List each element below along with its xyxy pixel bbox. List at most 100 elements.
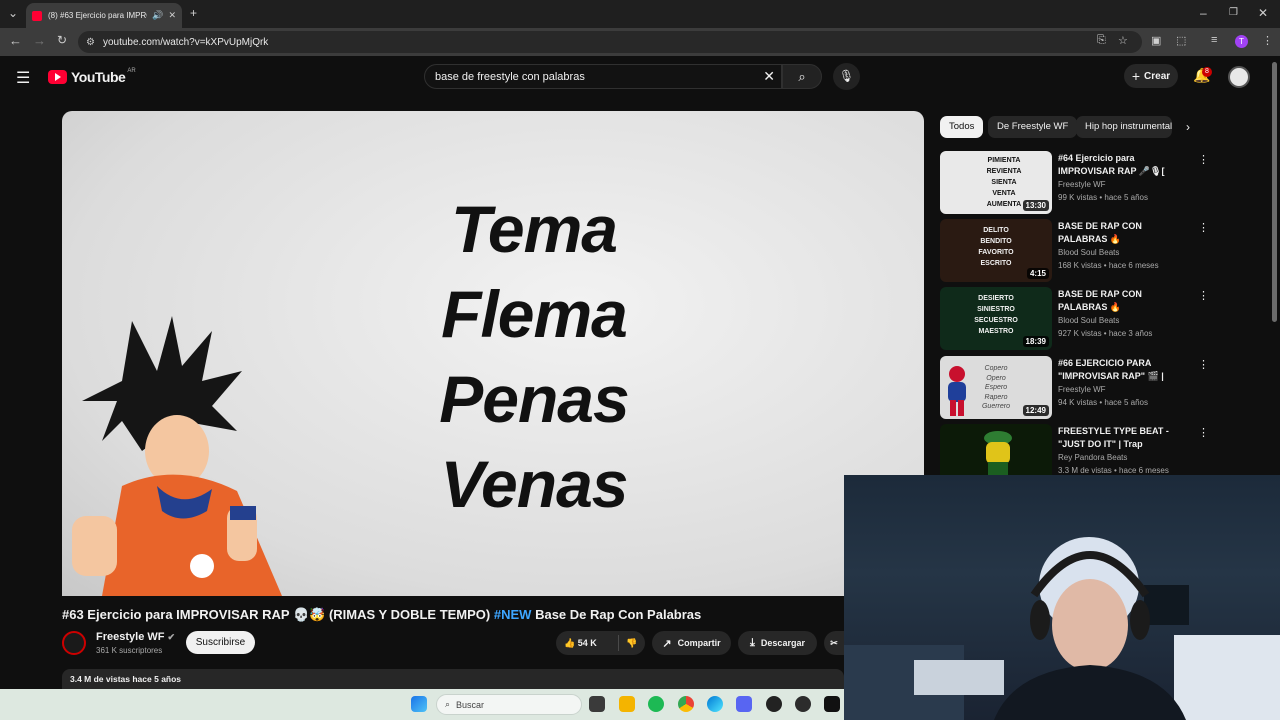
tab-search-list-icon[interactable]: ≡	[1211, 34, 1217, 46]
url-text: youtube.com/watch?v=kXPvUpMjQrk	[102, 36, 269, 48]
recommendation-title[interactable]: BASE DE RAP CON PALABRAS 🔥ENTRENAMIENTO …	[1058, 288, 1192, 314]
menu-hamburger-icon[interactable]: ☰	[16, 68, 30, 88]
video-hashtag[interactable]: #NEW	[494, 607, 532, 622]
webcam-overlay	[844, 475, 1280, 720]
dislike-button[interactable]: 👎	[619, 638, 645, 649]
clear-search-icon[interactable]: ✕	[763, 68, 775, 85]
extensions-puzzle-icon[interactable]: ⬚	[1176, 34, 1186, 47]
extension-icon[interactable]: ▣	[1151, 34, 1161, 47]
discord-icon[interactable]	[736, 696, 752, 712]
subscribe-button[interactable]: Suscribirse	[186, 631, 255, 654]
more-options-icon[interactable]: ⋮	[1198, 289, 1209, 302]
scrollbar[interactable]	[1270, 62, 1278, 474]
description-box[interactable]: 3.4 M de vistas hace 5 años	[62, 669, 844, 689]
channel-avatar[interactable]	[62, 631, 86, 655]
address-toolbar: ⚙ youtube.com/watch?v=kXPvUpMjQrk	[0, 28, 1280, 56]
recommendation-thumbnail[interactable]: DELITO BENDITO FAVORITO ESCRITO 4:15	[940, 219, 1052, 282]
recommendation-item[interactable]: FREESTYLE TYPE BEAT - "JUST DO IT" | Tra…	[940, 424, 1210, 475]
back-icon[interactable]: ←	[9, 33, 22, 48]
more-options-icon[interactable]: ⋮	[1198, 221, 1209, 234]
windows-taskbar: ⌕ Buscar	[0, 689, 844, 720]
recommendation-title[interactable]: #64 Ejercicio para IMPROVISAR RAP 🎤🎙[ RI…	[1058, 152, 1192, 178]
install-app-icon[interactable]: ⎘	[1097, 34, 1106, 47]
youtube-play-icon	[48, 70, 67, 84]
player-word: Venas	[440, 447, 628, 521]
like-button[interactable]: 👍 54 K	[556, 638, 618, 649]
tab-search-icon[interactable]: ⌄	[8, 6, 18, 20]
recommendation-item[interactable]: DELITO BENDITO FAVORITO ESCRITO 4:15 BAS…	[940, 219, 1210, 283]
more-options-icon[interactable]: ⋮	[1198, 358, 1209, 371]
file-explorer-icon[interactable]	[619, 696, 635, 712]
create-button[interactable]: + Crear	[1124, 64, 1178, 88]
logo-country: AR	[127, 68, 136, 74]
video-player[interactable]: Tema Flema Penas Venas	[62, 111, 924, 596]
recommendation-thumbnail[interactable]: DESIERTO SINIESTRO SECUESTRO MAESTRO 18:…	[940, 287, 1052, 350]
voice-search-button[interactable]: 🎙	[833, 63, 860, 90]
chrome-icon[interactable]	[678, 696, 694, 712]
recommendation-title[interactable]: FREESTYLE TYPE BEAT - "JUST DO IT" | Tra…	[1058, 425, 1192, 451]
clip-button[interactable]: ✂	[824, 631, 844, 655]
recommendation-channel[interactable]: Rey Pandora Beats	[1058, 453, 1127, 462]
recommendation-item[interactable]: Copero Opero Espero Rapero Guerrero 12:4…	[940, 356, 1210, 420]
chip-next-chevron-icon[interactable]: ›	[1186, 120, 1190, 134]
reload-icon[interactable]: ↻	[57, 33, 67, 47]
duration-badge: 4:15	[1026, 268, 1049, 279]
thumb-word: SECUESTRO	[974, 317, 1018, 324]
recommendation-title[interactable]: #66 EJERCICIO PARA "IMPROVISAR RAP" 🎬 | …	[1058, 357, 1192, 383]
bookmark-star-icon[interactable]: ☆	[1118, 34, 1128, 47]
speaker-icon[interactable]: 🔊	[152, 10, 163, 21]
search-input[interactable]: base de freestyle con palabras ✕	[424, 64, 782, 89]
tiktok-icon[interactable]	[824, 696, 840, 712]
recommendation-thumbnail[interactable]: PIMIENTA REVIENTA SIENTA VENTA AUMENTA 1…	[940, 151, 1052, 214]
logo-text: YouTube	[71, 69, 126, 85]
recommendation-channel[interactable]: Blood Soul Beats	[1058, 248, 1119, 257]
verified-icon: ✔	[167, 632, 176, 642]
forward-icon[interactable]: →	[33, 33, 46, 48]
player-word: Tema	[451, 192, 618, 266]
edge-icon[interactable]	[707, 696, 723, 712]
taskbar-search[interactable]: ⌕ Buscar	[436, 694, 582, 715]
minimize-icon[interactable]: –	[1200, 6, 1207, 20]
browser-tab-strip: ⌄ (8) #63 Ejercicio para IMPROVISAR RAP …	[0, 0, 1280, 28]
recommendation-thumbnail[interactable]	[940, 424, 1052, 475]
user-avatar[interactable]	[1228, 66, 1250, 88]
chip-todos[interactable]: Todos	[940, 116, 984, 138]
more-options-icon[interactable]: ⋮	[1198, 153, 1209, 166]
github-icon[interactable]	[795, 696, 811, 712]
recommendation-meta: 168 K vistas • hace 6 meses	[1058, 261, 1159, 270]
recommendation-channel[interactable]: Freestyle WF	[1058, 385, 1106, 394]
download-button[interactable]: ⤓ Descargar	[738, 631, 817, 655]
scrollbar-thumb[interactable]	[1272, 62, 1277, 322]
task-view-icon[interactable]	[589, 696, 605, 712]
recommendation-item[interactable]: DESIERTO SINIESTRO SECUESTRO MAESTRO 18:…	[940, 287, 1210, 351]
windows-start-icon[interactable]	[411, 696, 427, 712]
download-icon: ⤓	[750, 636, 755, 649]
chip-de-freestyle-wf[interactable]: De Freestyle WF	[988, 116, 1078, 138]
recommendation-channel[interactable]: Blood Soul Beats	[1058, 316, 1119, 325]
site-info-icon[interactable]: ⚙	[86, 37, 95, 48]
profile-avatar[interactable]: T	[1235, 35, 1248, 48]
new-tab-icon[interactable]: +	[190, 6, 197, 20]
address-bar[interactable]: ⚙ youtube.com/watch?v=kXPvUpMjQrk	[78, 31, 1142, 53]
recommendation-thumbnail[interactable]: Copero Opero Espero Rapero Guerrero 12:4…	[940, 356, 1052, 419]
thumb-word: Espero	[984, 384, 1008, 391]
browser-tab[interactable]: (8) #63 Ejercicio para IMPROVISAR RAP 🔊 …	[26, 3, 182, 28]
window-close-icon[interactable]: ✕	[1258, 6, 1268, 20]
recommendation-title[interactable]: BASE DE RAP CON PALABRAS 🔥ENTRENAMIENTO …	[1058, 220, 1192, 246]
share-label: Compartir	[677, 638, 721, 648]
browser-menu-icon[interactable]: ⋮	[1262, 34, 1273, 47]
duration-badge: 13:30	[1022, 200, 1049, 211]
channel-name[interactable]: Freestyle WF ✔	[96, 631, 175, 643]
share-button[interactable]: ↗ Compartir	[652, 631, 731, 655]
more-options-icon[interactable]: ⋮	[1198, 426, 1209, 439]
chip-hip-hop[interactable]: Hip hop instrumental	[1076, 116, 1172, 138]
tab-close-icon[interactable]: ✕	[168, 10, 176, 21]
youtube-logo[interactable]: YouTube AR	[48, 68, 136, 85]
subscriber-count: 361 K suscriptores	[96, 646, 163, 655]
recommendation-item[interactable]: PIMIENTA REVIENTA SIENTA VENTA AUMENTA 1…	[940, 151, 1210, 215]
app-icon[interactable]	[766, 696, 782, 712]
maximize-icon[interactable]: ❐	[1229, 7, 1238, 18]
recommendation-channel[interactable]: Freestyle WF	[1058, 180, 1106, 189]
search-button[interactable]: ⌕	[782, 64, 822, 89]
spotify-icon[interactable]	[648, 696, 664, 712]
